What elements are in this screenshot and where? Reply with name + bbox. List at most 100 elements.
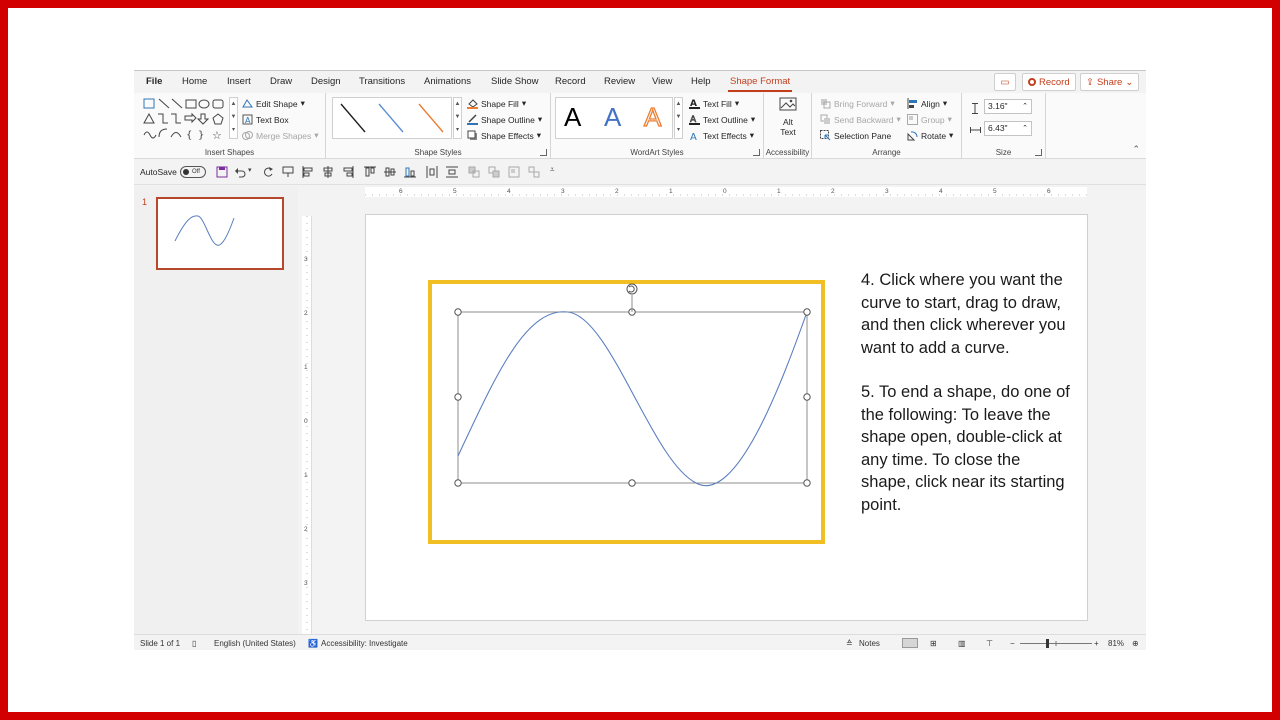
tab-file[interactable]: File (146, 76, 162, 87)
share-button[interactable]: ⇪ Share ⌄ (1080, 73, 1140, 91)
send-backward-button[interactable]: Send Backward ▾ (820, 114, 901, 125)
shape-styles-gallery[interactable] (332, 97, 452, 139)
zoom-in-icon[interactable]: + (1094, 639, 1099, 648)
text-box-button[interactable]: A Text Box (242, 114, 289, 125)
wordart-style-orange-outline[interactable]: A (643, 101, 662, 133)
wordart-gallery[interactable]: A A A (555, 97, 673, 139)
text-effects-button[interactable]: A Text Effects ▾ (689, 130, 755, 143)
accessibility-icon[interactable]: ♿ (308, 639, 318, 648)
align-top-icon[interactable] (364, 166, 376, 178)
tab-help[interactable]: Help (691, 76, 711, 87)
align-center-icon[interactable] (322, 166, 334, 178)
accessibility-status[interactable]: Accessibility: Investigate (321, 639, 408, 648)
text-outline-button[interactable]: A Text Outline ▾ (689, 114, 755, 125)
language-status[interactable]: English (United States) (214, 639, 296, 648)
redo-icon[interactable] (262, 166, 274, 178)
rotate-icon (907, 130, 918, 141)
tab-slide-show[interactable]: Slide Show (491, 76, 539, 87)
merge-shapes-icon (242, 130, 253, 141)
customize-toolbar-icon[interactable]: ⩡ (550, 165, 555, 175)
tab-home[interactable]: Home (182, 76, 207, 87)
rotate-handle-icon[interactable] (626, 283, 638, 312)
notes-icon[interactable]: ≙ (846, 639, 853, 648)
resize-handles[interactable] (454, 308, 811, 487)
bring-to-front-icon[interactable] (468, 166, 480, 178)
shape-height-input[interactable]: 3.16" ⌃ (984, 99, 1032, 114)
normal-view-icon[interactable] (902, 638, 918, 648)
group-shape-styles: ▲ ▼ ▾ Shape Fill ▾ Shape Outline ▾ Shape E… (326, 93, 551, 159)
align-button[interactable]: Align ▾ (907, 98, 947, 109)
align-right-icon[interactable] (342, 166, 354, 178)
spelling-icon[interactable]: ▯ (192, 639, 196, 648)
shape-width-input[interactable]: 6.43" ⌃ (984, 121, 1032, 136)
ungroup-objects-icon[interactable] (528, 166, 540, 178)
align-left-icon[interactable] (302, 166, 314, 178)
tab-transitions[interactable]: Transitions (359, 76, 405, 87)
slide-thumbnail[interactable] (156, 197, 284, 270)
wordart-style-blue[interactable]: A (604, 102, 621, 133)
comments-button[interactable]: ▭ (994, 73, 1016, 91)
shape-fill-button[interactable]: Shape Fill ▾ (467, 98, 526, 109)
slide-canvas[interactable]: 4. Click where you want the curve to sta… (365, 214, 1088, 621)
text-fill-button[interactable]: A Text Fill ▾ (689, 98, 739, 109)
ruler-tick-label: 1 (304, 364, 308, 371)
chevron-down-icon: ▾ (749, 130, 755, 140)
slide-sorter-icon[interactable]: ⊞ (930, 639, 937, 648)
group-button[interactable]: Group ▾ (907, 114, 952, 125)
tab-draw[interactable]: Draw (270, 76, 292, 87)
distribute-vertical-icon[interactable] (446, 166, 458, 178)
distribute-horizontal-icon[interactable] (426, 166, 438, 178)
zoom-out-icon[interactable]: − (1010, 639, 1015, 648)
align-middle-icon[interactable] (384, 166, 396, 178)
tab-insert[interactable]: Insert (227, 76, 251, 87)
undo-icon[interactable] (234, 166, 246, 178)
accessibility-group-label: Accessibility (765, 148, 810, 157)
align-bottom-icon[interactable] (404, 166, 416, 178)
wordart-style-black[interactable]: A (564, 102, 581, 133)
tab-animations[interactable]: Animations (424, 76, 471, 87)
save-icon[interactable] (216, 166, 228, 178)
edit-shape-button[interactable]: Edit Shape ▾ (242, 98, 305, 109)
shape-effects-button[interactable]: Shape Effects ▾ (467, 130, 541, 141)
slideshow-icon[interactable]: ⊤ (986, 639, 993, 648)
collapse-ribbon-icon[interactable]: ⌃ (1132, 144, 1140, 155)
presenter-icon[interactable] (282, 166, 294, 178)
autosave-toggle[interactable]: Off (180, 166, 206, 178)
zoom-level[interactable]: 81% (1108, 639, 1124, 648)
rotate-button[interactable]: Rotate ▾ (907, 130, 953, 141)
shape-outline-button[interactable]: Shape Outline ▾ (467, 114, 542, 125)
send-to-back-icon[interactable] (488, 166, 500, 178)
ruler-tick-label: 0 (723, 188, 727, 195)
shapes-gallery-scroll[interactable]: ▲ ▼ ▾ (229, 97, 238, 139)
selection-pane-button[interactable]: Selection Pane (820, 130, 891, 141)
tab-record[interactable]: Record (555, 76, 586, 87)
ruler-tick-label: 5 (993, 188, 997, 195)
tab-shape-format[interactable]: Shape Format (727, 76, 793, 92)
tab-view[interactable]: View (652, 76, 672, 87)
notes-button[interactable]: Notes (859, 639, 880, 648)
bring-forward-button[interactable]: Bring Forward ▾ (820, 98, 895, 109)
autosave-label: AutoSave (140, 167, 177, 177)
svg-text:☆: ☆ (212, 129, 223, 142)
freeform-curve[interactable] (457, 311, 808, 487)
ruler-tick-label: 3 (304, 580, 308, 587)
alt-text-button[interactable]: Alt Text (772, 97, 804, 137)
shapes-gallery[interactable]: { } ☆ (142, 97, 228, 148)
zoom-slider[interactable] (1020, 639, 1092, 648)
paint-bucket-icon (467, 98, 478, 109)
spinner-icon[interactable]: ⌃ (1022, 122, 1028, 135)
reading-view-icon[interactable]: ▥ (958, 639, 966, 648)
spinner-icon[interactable]: ⌃ (1022, 100, 1028, 113)
instruction-text[interactable]: 4. Click where you want the curve to sta… (861, 269, 1071, 538)
tab-design[interactable]: Design (311, 76, 341, 87)
group-objects-icon[interactable] (508, 166, 520, 178)
alt-text-icon (779, 97, 797, 111)
align-label: Align (921, 98, 940, 109)
fit-to-window-icon[interactable]: ⊕ (1132, 639, 1139, 648)
merge-shapes-button[interactable]: Merge Shapes ▾ (242, 130, 319, 141)
wordart-scroll[interactable]: ▲ ▼ ▾ (674, 97, 683, 139)
record-button[interactable]: Record (1022, 73, 1076, 91)
undo-dropdown-icon[interactable]: ▾ (248, 166, 252, 174)
shape-styles-scroll[interactable]: ▲ ▼ ▾ (453, 97, 462, 139)
tab-review[interactable]: Review (604, 76, 635, 87)
